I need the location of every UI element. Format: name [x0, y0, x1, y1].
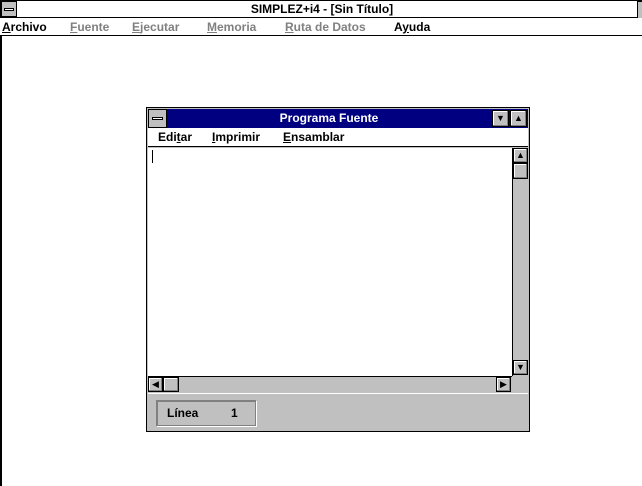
menu-ruta-de-datos[interactable]: Ruta de Datos: [285, 20, 366, 34]
right-arrow-icon: ▶: [500, 379, 507, 389]
child-menubar: Editar Imprimir Ensamblar: [148, 128, 528, 147]
window-title: SIMPLEZ+i4 - [Sin Título]: [250, 2, 394, 16]
menu-memoria[interactable]: Memoria: [207, 20, 256, 34]
menu-editar[interactable]: Editar: [158, 130, 192, 145]
status-bar: Línea 1: [148, 393, 528, 431]
programa-fuente-window: Programa Fuente ▼ ▲ Editar Imprimir Ensa…: [146, 107, 530, 432]
main-menubar: Archivo Fuente Ejecutar Memoria Ruta de …: [0, 18, 642, 36]
horizontal-scroll-thumb[interactable]: [163, 377, 179, 392]
scroll-right-button[interactable]: ▶: [496, 377, 511, 392]
vertical-scrollbar[interactable]: ▲ ▼: [512, 148, 528, 376]
scroll-corner: [512, 376, 528, 392]
menu-fuente[interactable]: Fuente: [70, 20, 109, 34]
child-titlebar[interactable]: Programa Fuente ▼ ▲: [148, 109, 528, 128]
menu-imprimir[interactable]: Imprimir: [212, 130, 260, 145]
child-system-menu-button[interactable]: [148, 109, 167, 128]
menu-ayuda[interactable]: Ayuda: [394, 20, 430, 34]
horizontal-scrollbar[interactable]: ◀ ▶: [148, 376, 512, 392]
line-indicator: Línea 1: [156, 400, 256, 426]
maximize-button[interactable]: [637, 1, 642, 19]
menu-archivo[interactable]: Archivo: [2, 20, 47, 34]
system-menu-icon: [152, 117, 163, 120]
down-triangle-icon: ▼: [496, 113, 505, 123]
minimize-button[interactable]: ▼: [492, 110, 509, 127]
text-caret: [152, 150, 153, 163]
up-triangle-icon: ▲: [514, 113, 523, 123]
main-titlebar[interactable]: SIMPLEZ+i4 - [Sin Título]: [0, 0, 642, 19]
up-arrow-icon: ▲: [516, 150, 525, 160]
down-arrow-icon: ▼: [516, 362, 525, 372]
scroll-down-button[interactable]: ▼: [513, 360, 528, 375]
vertical-scroll-thumb[interactable]: [513, 163, 528, 179]
line-label: Línea: [167, 406, 199, 420]
menu-ensamblar[interactable]: Ensamblar: [283, 130, 344, 145]
source-editor[interactable]: [148, 148, 512, 376]
child-window-title: Programa Fuente: [279, 111, 379, 125]
menu-ejecutar[interactable]: Ejecutar: [132, 20, 179, 34]
scroll-up-button[interactable]: ▲: [513, 148, 528, 163]
left-arrow-icon: ◀: [152, 379, 159, 389]
line-number: 1: [231, 406, 238, 420]
maximize-button[interactable]: ▲: [510, 110, 527, 127]
scroll-left-button[interactable]: ◀: [148, 377, 163, 392]
